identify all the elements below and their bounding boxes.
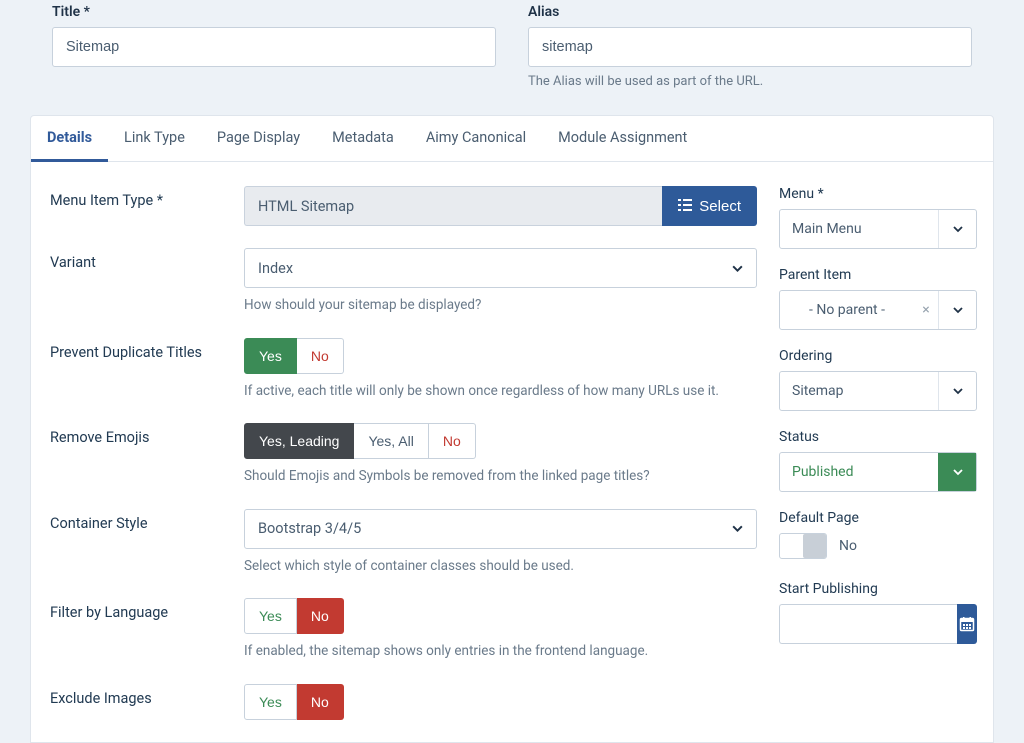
start-publishing-label: Start Publishing xyxy=(779,581,977,597)
prevent-duplicate-no-button[interactable]: No xyxy=(297,338,344,374)
container-style-desc: Select which style of container classes … xyxy=(244,557,757,577)
default-page-text: No xyxy=(839,538,857,554)
remove-emojis-yes-all-button[interactable]: Yes, All xyxy=(354,423,428,459)
menu-item-type-select-button[interactable]: Select xyxy=(662,186,757,226)
container-style-select[interactable]: Bootstrap 3/4/5 xyxy=(244,509,757,549)
prevent-duplicate-desc: If active, each title will only be shown… xyxy=(244,382,757,402)
select-button-label: Select xyxy=(699,198,741,215)
remove-emojis-label: Remove Emojis xyxy=(31,423,244,487)
remove-emojis-no-button[interactable]: No xyxy=(429,423,476,459)
calendar-button[interactable] xyxy=(957,604,977,644)
default-page-toggle[interactable] xyxy=(779,533,827,559)
remove-emojis-desc: Should Emojis and Symbols be removed fro… xyxy=(244,467,757,487)
status-value: Published xyxy=(780,453,938,491)
chevron-down-icon xyxy=(938,210,976,248)
list-icon xyxy=(678,198,692,215)
chevron-down-icon xyxy=(938,453,976,491)
alias-label: Alias xyxy=(528,0,972,20)
menu-label: Menu xyxy=(779,186,977,202)
chevron-down-icon xyxy=(938,372,976,410)
exclude-images-label: Exclude Images xyxy=(31,684,244,720)
tab-page-display[interactable]: Page Display xyxy=(201,116,316,161)
parent-item-select[interactable]: - No parent - × xyxy=(779,290,977,330)
ordering-select[interactable]: Sitemap xyxy=(779,371,977,411)
filter-language-no-button[interactable]: No xyxy=(297,598,344,634)
toggle-knob xyxy=(803,534,826,558)
prevent-duplicate-yes-button[interactable]: Yes xyxy=(244,338,297,374)
chevron-down-icon xyxy=(938,291,976,329)
title-label: Title xyxy=(52,0,496,20)
menu-item-type-value: HTML Sitemap xyxy=(244,186,662,226)
filter-language-yes-button[interactable]: Yes xyxy=(244,598,297,634)
status-select[interactable]: Published xyxy=(779,452,977,492)
tab-bar: Details Link Type Page Display Metadata … xyxy=(31,116,993,162)
variant-value: Index xyxy=(244,248,757,288)
container-style-label: Container Style xyxy=(31,509,244,577)
tab-metadata[interactable]: Metadata xyxy=(316,116,410,161)
default-page-label: Default Page xyxy=(779,510,977,526)
tab-module-assignment[interactable]: Module Assignment xyxy=(542,116,703,161)
variant-label: Variant xyxy=(31,248,244,316)
menu-item-type-label: Menu Item Type * xyxy=(31,186,244,226)
ordering-label: Ordering xyxy=(779,348,977,364)
start-publishing-input[interactable] xyxy=(779,604,957,644)
exclude-images-yes-button[interactable]: Yes xyxy=(244,684,297,720)
filter-language-label: Filter by Language xyxy=(31,598,244,662)
remove-emojis-yes-leading-button[interactable]: Yes, Leading xyxy=(244,423,354,459)
variant-desc: How should your sitemap be displayed? xyxy=(244,296,757,316)
parent-item-label: Parent Item xyxy=(779,267,977,283)
tab-details[interactable]: Details xyxy=(31,116,108,162)
parent-item-value: - No parent - xyxy=(780,291,914,329)
ordering-value: Sitemap xyxy=(780,372,938,410)
filter-language-desc: If enabled, the sitemap shows only entri… xyxy=(244,642,757,662)
variant-select[interactable]: Index xyxy=(244,248,757,288)
prevent-duplicate-label: Prevent Duplicate Titles xyxy=(31,338,244,402)
alias-help-text: The Alias will be used as part of the UR… xyxy=(528,74,972,89)
alias-input[interactable] xyxy=(528,27,972,67)
menu-value: Main Menu xyxy=(780,210,938,248)
calendar-icon xyxy=(959,616,975,632)
exclude-images-no-button[interactable]: No xyxy=(297,684,344,720)
clear-icon[interactable]: × xyxy=(914,291,938,329)
menu-select[interactable]: Main Menu xyxy=(779,209,977,249)
title-input[interactable] xyxy=(52,27,496,67)
tab-aimy-canonical[interactable]: Aimy Canonical xyxy=(410,116,542,161)
status-label: Status xyxy=(779,429,977,445)
tab-link-type[interactable]: Link Type xyxy=(108,116,201,161)
container-style-value: Bootstrap 3/4/5 xyxy=(244,509,757,549)
